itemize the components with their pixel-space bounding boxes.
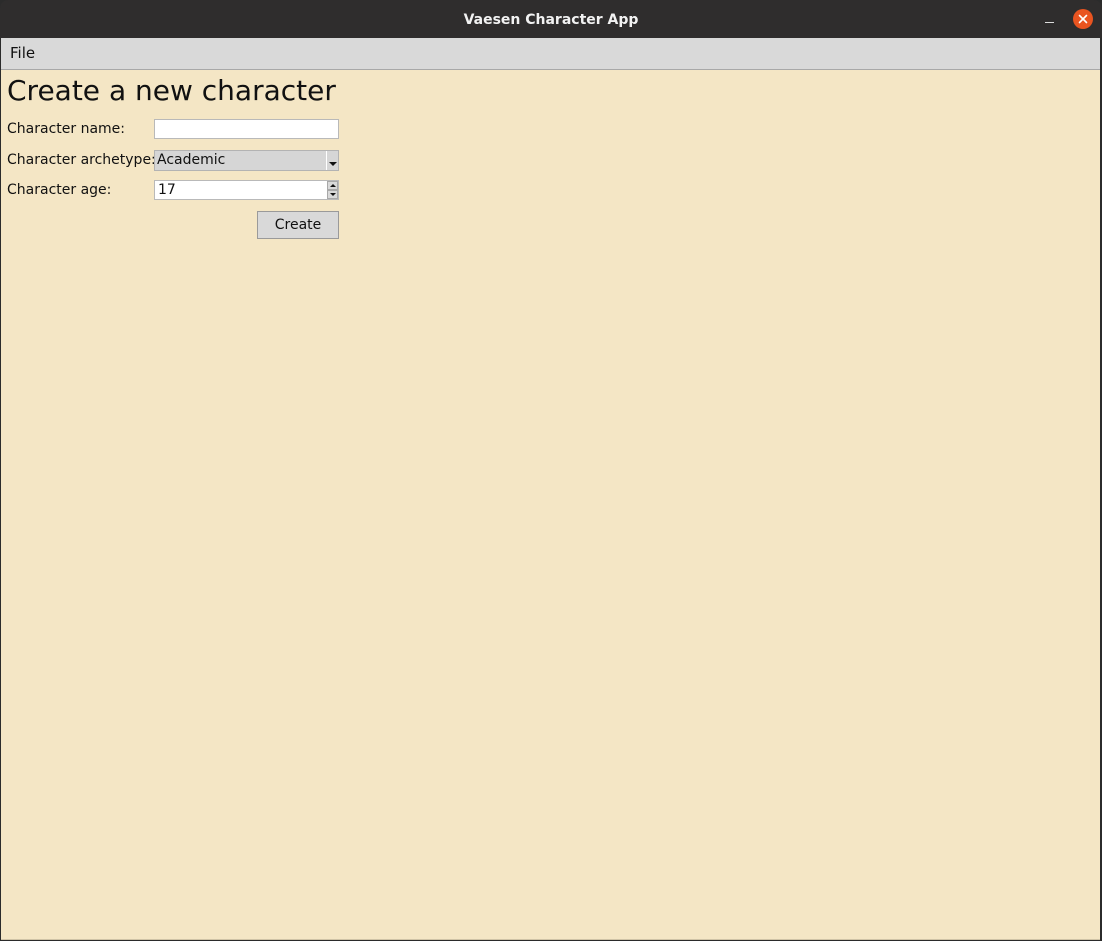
minimize-icon [1045,22,1054,23]
arrow-down-icon [330,193,336,196]
window-title: Vaesen Character App [463,12,639,28]
close-icon [1078,14,1088,24]
character-archetype-label: Character archetype: [7,152,156,168]
menu-bar: File [1,38,1100,70]
character-age-label: Character age: [7,182,112,198]
arrow-up-icon [330,184,336,187]
chevron-down-icon [329,162,337,166]
close-button[interactable] [1073,9,1093,29]
character-name-label: Character name: [7,121,125,137]
main-content: Create a new character Character name: C… [1,70,1100,940]
create-button[interactable]: Create [257,211,339,239]
character-age-spinbox[interactable]: 17 [154,180,339,200]
page-title: Create a new character [7,74,336,107]
character-name-input[interactable] [154,119,339,139]
character-archetype-select[interactable]: Academic [154,150,339,171]
age-increment-button[interactable] [327,181,338,190]
character-age-value: 17 [158,182,176,198]
menu-file[interactable]: File [10,38,35,69]
minimize-button[interactable] [1040,9,1060,29]
character-archetype-value: Academic [157,152,226,168]
title-bar[interactable]: Vaesen Character App [0,0,1102,38]
age-decrement-button[interactable] [327,190,338,199]
app-window: Vaesen Character App File Create a new c… [0,0,1102,941]
archetype-dropdown-button[interactable] [326,151,338,170]
